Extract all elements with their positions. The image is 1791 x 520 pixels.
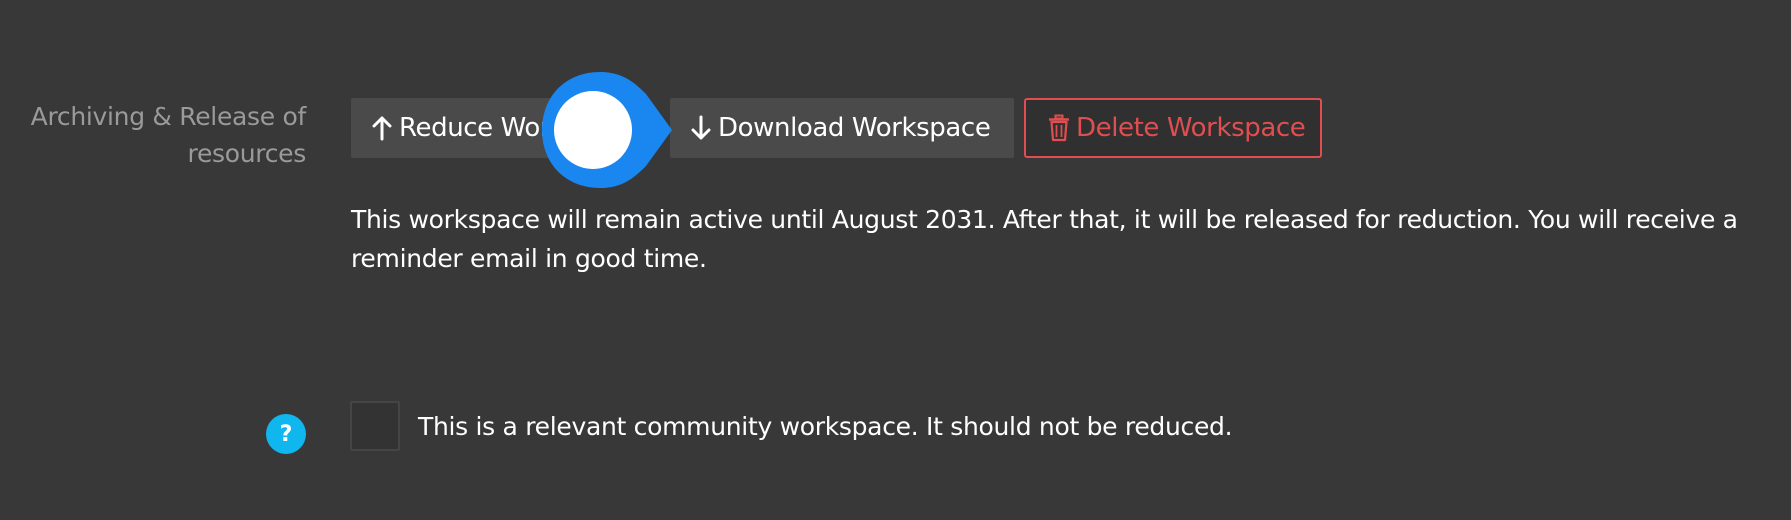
section-label-line2: resources (187, 139, 307, 168)
download-workspace-label: Download Workspace (718, 113, 991, 143)
arrow-up-icon (371, 115, 393, 141)
help-badge-glyph: ? (279, 421, 293, 447)
delete-workspace-button[interactable]: Delete Workspace (1024, 98, 1322, 158)
community-workspace-checkbox[interactable] (350, 401, 400, 451)
download-workspace-button[interactable]: Download Workspace (670, 98, 1014, 158)
section-label: Archiving & Release of resources (0, 98, 307, 172)
retention-info-text: This workspace will remain active until … (351, 205, 1738, 273)
cursor-pointer-marker (542, 72, 672, 188)
trash-icon (1048, 114, 1070, 142)
arrow-down-icon (690, 115, 712, 141)
community-workspace-label: This is a relevant community workspace. … (418, 412, 1233, 441)
question-mark-icon[interactable]: ? (266, 414, 306, 454)
delete-workspace-label: Delete Workspace (1076, 113, 1306, 143)
section-label-line1: Archiving & Release of (30, 102, 307, 131)
